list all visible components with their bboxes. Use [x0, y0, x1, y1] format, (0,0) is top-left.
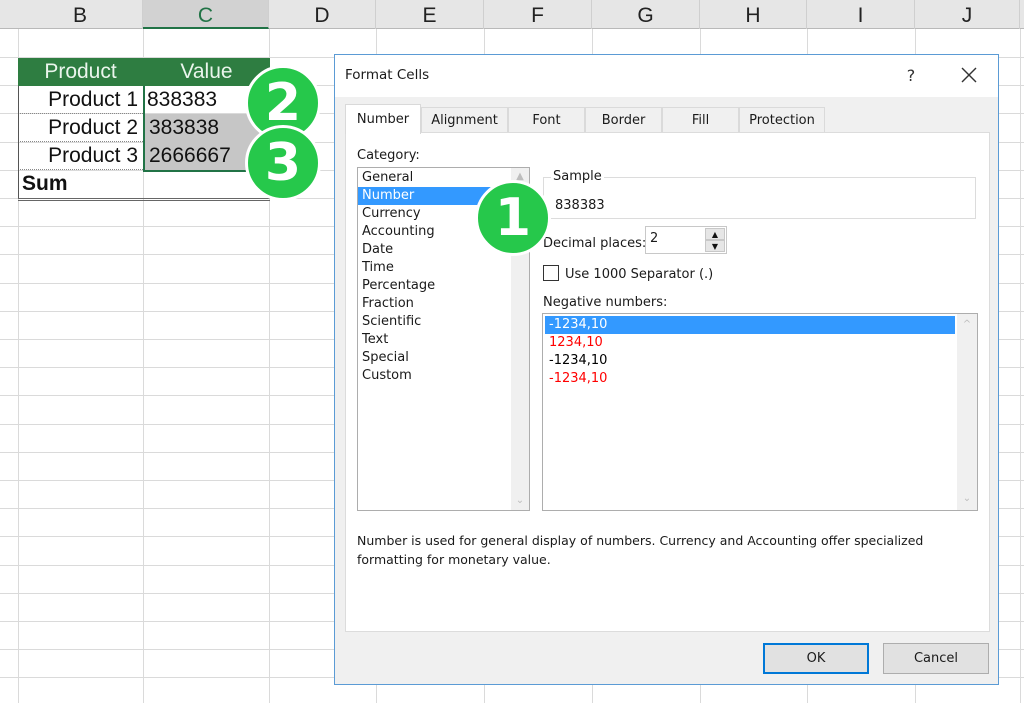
tab-alignment[interactable]: Alignment: [421, 107, 508, 133]
triangle-down-icon: ▼: [711, 242, 719, 251]
help-button[interactable]: ?: [901, 63, 921, 89]
negative-number-option[interactable]: 1234,10: [545, 334, 955, 352]
category-item-general[interactable]: General: [358, 169, 511, 187]
column-header-f[interactable]: F: [484, 0, 592, 29]
spin-down-button[interactable]: ▼: [705, 240, 725, 252]
tab-fill[interactable]: Fill: [662, 107, 739, 133]
category-item-text[interactable]: Text: [358, 331, 511, 349]
tab-protection[interactable]: Protection: [739, 107, 825, 133]
column-header-i[interactable]: I: [807, 0, 915, 29]
step-badge-1: 1: [475, 180, 551, 256]
format-cells-dialog: Format Cells ? Number Alignment Font Bor…: [334, 54, 999, 685]
close-icon: [961, 67, 977, 83]
table-header-product[interactable]: Product: [18, 58, 143, 86]
negative-number-option[interactable]: -1234,10: [545, 316, 955, 334]
separator-label[interactable]: Use 1000 Separator (.): [565, 267, 713, 282]
dialog-title: Format Cells: [345, 67, 430, 83]
tab-number[interactable]: Number: [345, 104, 421, 134]
category-item-scientific[interactable]: Scientific: [358, 313, 511, 331]
scroll-down-icon[interactable]: ⌄: [511, 492, 529, 510]
tab-border[interactable]: Border: [585, 107, 662, 133]
sample-groupbox: Sample 838383: [543, 169, 976, 219]
close-button[interactable]: [955, 61, 983, 89]
triangle-up-icon: ▲: [711, 230, 719, 239]
negative-numbers-listbox[interactable]: -1234,10 1234,10 -1234,10 -1234,10 ^ ⌄: [542, 313, 978, 511]
negative-numbers-scrollbar[interactable]: ^ ⌄: [957, 314, 977, 510]
gridline-vertical: [1020, 29, 1021, 703]
category-item-percentage[interactable]: Percentage: [358, 277, 511, 295]
column-header-j[interactable]: J: [915, 0, 1020, 29]
column-header-e[interactable]: E: [376, 0, 484, 29]
number-tab-panel: Category: General Number Currency Accountin…: [345, 132, 990, 632]
product-cell[interactable]: Product 2: [18, 114, 143, 142]
cancel-button[interactable]: Cancel: [883, 643, 989, 674]
column-header-row: B C D E F G H I J: [0, 0, 1024, 29]
spin-up-button[interactable]: ▲: [705, 228, 725, 240]
dialog-titlebar[interactable]: Format Cells ?: [335, 55, 998, 97]
scroll-up-icon[interactable]: ^: [957, 316, 977, 334]
column-header-g[interactable]: G: [592, 0, 700, 29]
negative-number-option[interactable]: -1234,10: [545, 370, 955, 388]
gridline-vertical: [143, 29, 144, 703]
step-badge-3: 3: [245, 125, 321, 201]
column-header-h[interactable]: H: [700, 0, 807, 29]
ok-button[interactable]: OK: [763, 643, 869, 674]
decimal-places-value[interactable]: 2: [650, 231, 658, 246]
table-border-left: [18, 86, 19, 199]
category-item-custom[interactable]: Custom: [358, 367, 511, 385]
separator-checkbox[interactable]: [543, 265, 559, 281]
category-description: Number is used for general display of nu…: [357, 533, 924, 567]
column-header-c[interactable]: C: [143, 0, 269, 29]
sample-value: 838383: [555, 198, 605, 213]
product-cell[interactable]: Product 1: [18, 86, 143, 114]
table-border-bottom: [18, 198, 270, 201]
product-cell[interactable]: Product 3: [18, 142, 143, 170]
scroll-down-icon[interactable]: ⌄: [957, 490, 977, 508]
category-item-time[interactable]: Time: [358, 259, 511, 277]
sample-label: Sample: [551, 169, 604, 184]
sum-label-cell[interactable]: Sum: [18, 170, 143, 198]
decimal-places-spinner[interactable]: 2 ▲ ▼: [645, 226, 727, 254]
category-item-special[interactable]: Special: [358, 349, 511, 367]
negative-number-option[interactable]: -1234,10: [545, 352, 955, 370]
column-header-b[interactable]: B: [18, 0, 143, 29]
decimal-places-label: Decimal places:: [543, 236, 647, 251]
negative-numbers-label: Negative numbers:: [543, 295, 668, 310]
category-item-fraction[interactable]: Fraction: [358, 295, 511, 313]
column-header-d[interactable]: D: [269, 0, 376, 29]
category-label: Category:: [357, 148, 420, 163]
tab-font[interactable]: Font: [508, 107, 585, 133]
